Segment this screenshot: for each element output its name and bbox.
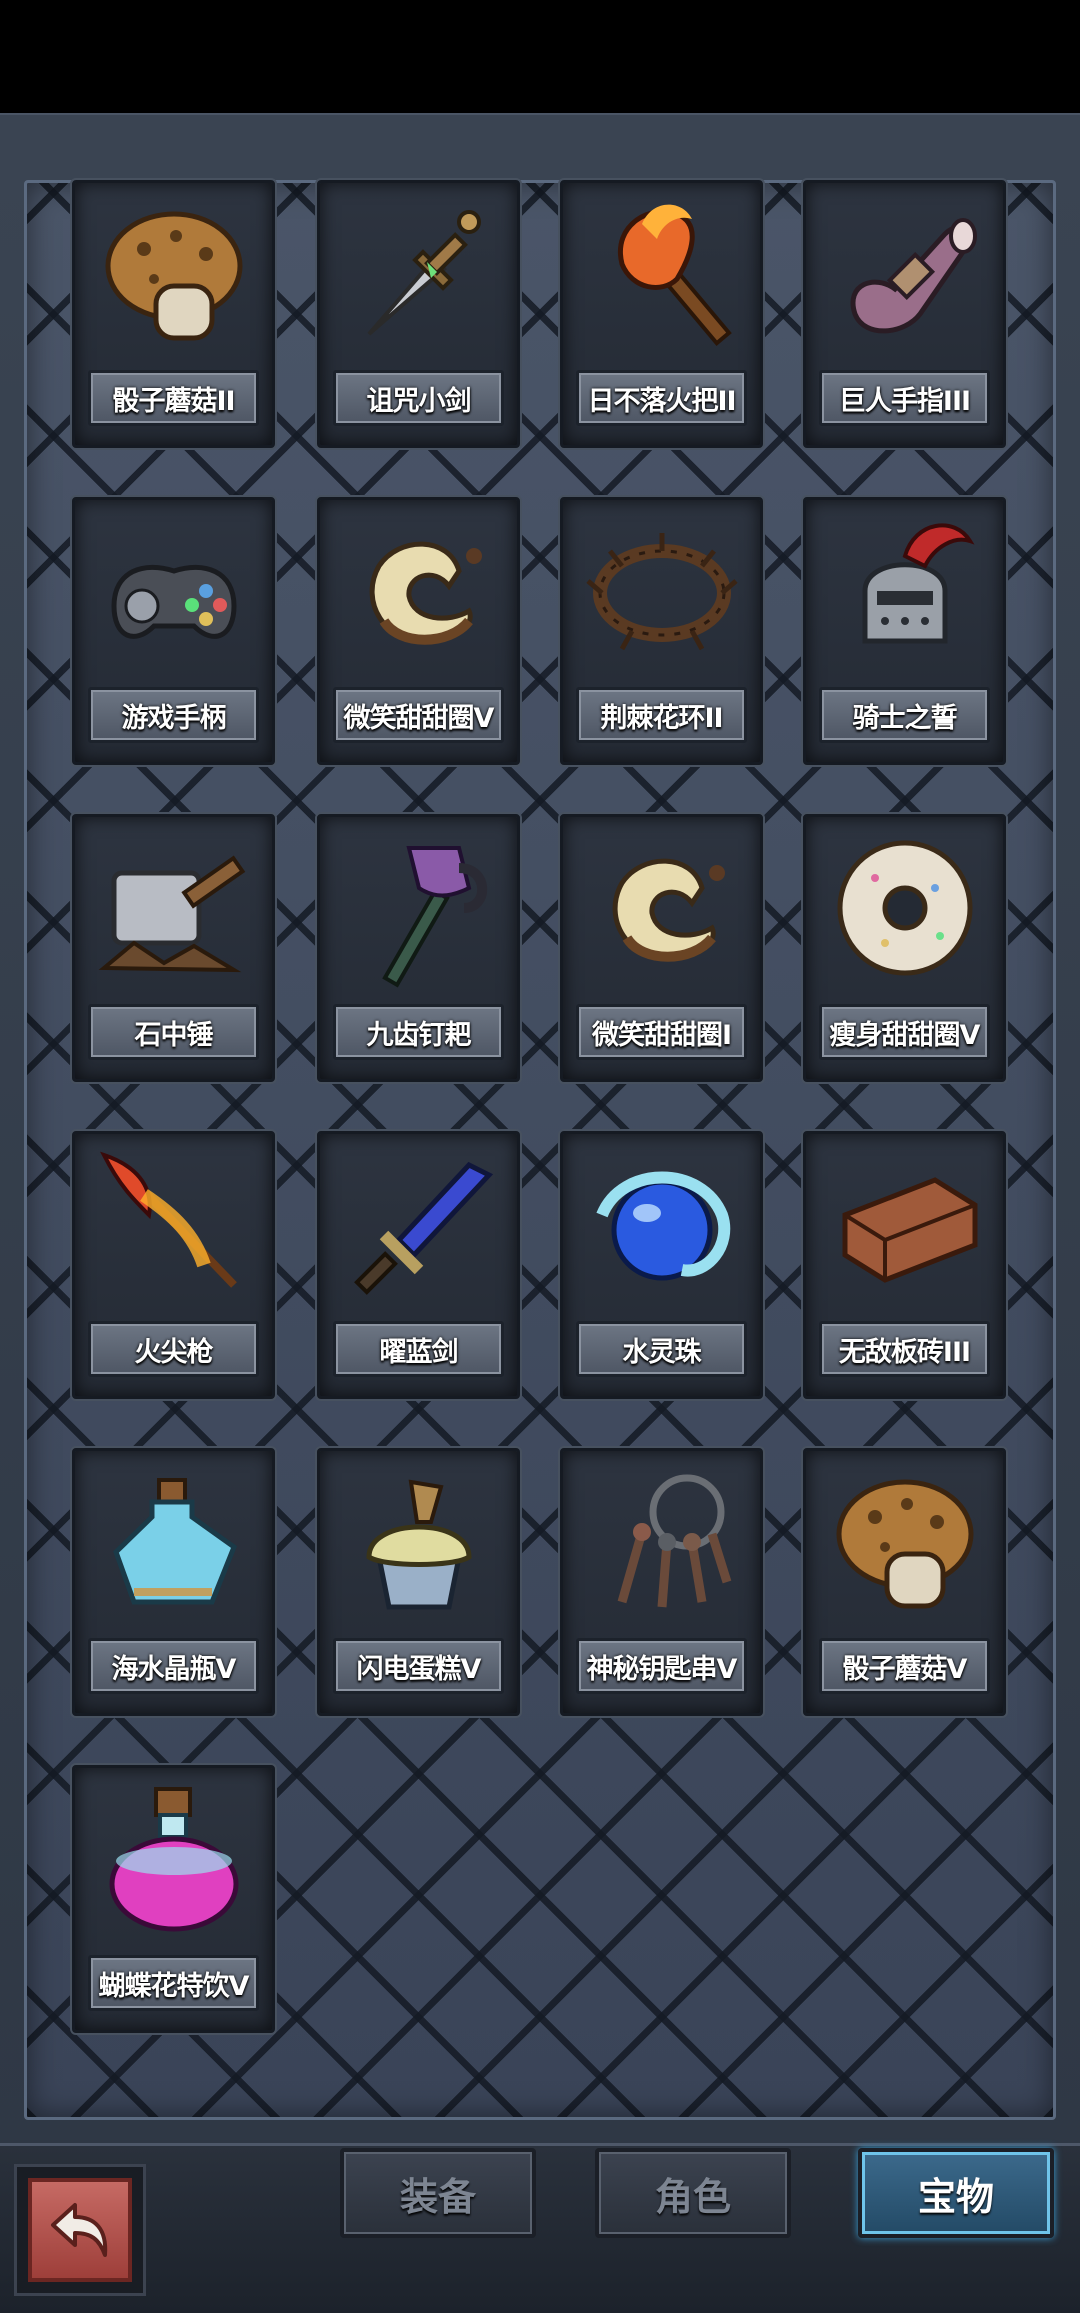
return-arrow-icon	[28, 2178, 132, 2282]
tab-treasure[interactable]: 宝物	[858, 2148, 1054, 2238]
treasure-card[interactable]: 微笑甜甜圈I	[560, 814, 763, 1082]
dice-mushroom-icon	[89, 189, 259, 359]
item-label-plate: 微笑甜甜圈I	[576, 1004, 747, 1060]
treasure-card[interactable]: 游戏手柄	[72, 497, 275, 765]
item-label-plate: 诅咒小剑	[333, 370, 504, 426]
item-label-plate: 曜蓝剑	[333, 1321, 504, 1377]
item-name: 巨人手指III	[838, 385, 971, 417]
item-name: 曜蓝剑	[379, 1336, 459, 1368]
item-label-plate: 游戏手柄	[88, 687, 259, 743]
fire-spear-icon	[89, 1140, 259, 1310]
item-name: 石中锤	[134, 1019, 214, 1051]
tab-label: 宝物	[917, 2174, 994, 2219]
item-name: 游戏手柄	[121, 702, 227, 734]
treasure-card[interactable]: 火尖枪	[72, 1131, 275, 1399]
item-name: 骰子蘑菇V	[842, 1653, 968, 1685]
treasure-card[interactable]: 瘦身甜甜圈V	[803, 814, 1006, 1082]
treasure-card[interactable]: 蝴蝶花特饮V	[72, 1765, 275, 2033]
treasure-card[interactable]: 无敌板砖III	[803, 1131, 1006, 1399]
tab-character[interactable]: 角色	[595, 2148, 791, 2238]
potion-icon	[89, 1774, 259, 1944]
item-label-plate: 海水晶瓶V	[88, 1638, 259, 1694]
lightning-cake-icon	[334, 1457, 504, 1627]
item-label-plate: 九齿钉耙	[333, 1004, 504, 1060]
slim-donut-icon	[820, 823, 990, 993]
item-label-plate: 骰子蘑菇V	[819, 1638, 990, 1694]
item-label-plate: 荆棘花环II	[576, 687, 747, 743]
knight-helmet-icon	[820, 506, 990, 676]
item-label-plate: 闪电蛋糕V	[333, 1638, 504, 1694]
item-label-plate: 骰子蘑菇II	[88, 370, 259, 426]
item-name: 闪电蛋糕V	[356, 1653, 482, 1685]
torch-icon	[577, 189, 747, 359]
item-label-plate: 瘦身甜甜圈V	[819, 1004, 990, 1060]
stone-hammer-icon	[89, 823, 259, 993]
treasure-card[interactable]: 神秘钥匙串V	[560, 1448, 763, 1716]
crystal-bottle-icon	[89, 1457, 259, 1627]
item-label-plate: 巨人手指III	[819, 370, 990, 426]
thorn-wreath-icon	[577, 506, 747, 676]
item-label-plate: 日不落火把II	[576, 370, 747, 426]
treasure-card[interactable]: 九齿钉耙	[317, 814, 520, 1082]
item-label-plate: 火尖枪	[88, 1321, 259, 1377]
item-name: 神秘钥匙串V	[586, 1653, 738, 1685]
status-bar	[0, 0, 1080, 113]
item-name: 海水晶瓶V	[111, 1653, 237, 1685]
item-label-plate: 神秘钥匙串V	[576, 1638, 747, 1694]
item-name: 日不落火把II	[587, 385, 736, 417]
item-label-plate: 水灵珠	[576, 1321, 747, 1377]
treasure-card[interactable]: 骑士之誓	[803, 497, 1006, 765]
tab-label: 角色	[654, 2174, 731, 2219]
item-name: 微笑甜甜圈V	[343, 702, 495, 734]
treasure-card[interactable]: 骰子蘑菇II	[72, 180, 275, 448]
treasure-card[interactable]: 水灵珠	[560, 1131, 763, 1399]
back-button[interactable]	[14, 2164, 146, 2296]
item-label-plate: 石中锤	[88, 1004, 259, 1060]
treasure-card[interactable]: 诅咒小剑	[317, 180, 520, 448]
smile-donut-icon	[334, 506, 504, 676]
item-name: 微笑甜甜圈I	[591, 1019, 732, 1051]
bottom-nav-bar: 装备 角色 宝物	[0, 2143, 1080, 2313]
item-name: 荆棘花环II	[600, 702, 723, 734]
treasure-card[interactable]: 石中锤	[72, 814, 275, 1082]
item-name: 水灵珠	[622, 1336, 702, 1368]
treasure-card[interactable]: 微笑甜甜圈V	[317, 497, 520, 765]
item-label-plate: 微笑甜甜圈V	[333, 687, 504, 743]
nine-tooth-rake-icon	[334, 823, 504, 993]
item-name: 骰子蘑菇II	[112, 385, 235, 417]
item-name: 无敌板砖III	[838, 1336, 971, 1368]
brick-icon	[820, 1140, 990, 1310]
item-label-plate: 蝴蝶花特饮V	[88, 1955, 259, 2011]
item-name: 九齿钉耙	[366, 1019, 472, 1051]
cursed-dagger-icon	[334, 189, 504, 359]
treasure-card[interactable]: 荆棘花环II	[560, 497, 763, 765]
item-name: 诅咒小剑	[366, 385, 472, 417]
treasure-card[interactable]: 曜蓝剑	[317, 1131, 520, 1399]
tab-label: 装备	[399, 2174, 476, 2219]
giant-finger-icon	[820, 189, 990, 359]
item-name: 瘦身甜甜圈V	[829, 1019, 981, 1051]
treasure-card[interactable]: 骰子蘑菇V	[803, 1448, 1006, 1716]
treasure-card[interactable]: 海水晶瓶V	[72, 1448, 275, 1716]
key-ring-icon	[577, 1457, 747, 1627]
item-label-plate: 骑士之誓	[819, 687, 990, 743]
blue-sword-icon	[334, 1140, 504, 1310]
treasure-card[interactable]: 巨人手指III	[803, 180, 1006, 448]
tab-equipment[interactable]: 装备	[340, 2148, 536, 2238]
smile-donut-icon	[577, 823, 747, 993]
item-name: 蝴蝶花特饮V	[98, 1970, 250, 2002]
item-name: 骑士之誓	[852, 702, 958, 734]
item-name: 火尖枪	[134, 1336, 214, 1368]
item-label-plate: 无敌板砖III	[819, 1321, 990, 1377]
dice-mushroom-icon	[820, 1457, 990, 1627]
water-orb-icon	[577, 1140, 747, 1310]
treasure-card[interactable]: 闪电蛋糕V	[317, 1448, 520, 1716]
treasure-card[interactable]: 日不落火把II	[560, 180, 763, 448]
gamepad-icon	[89, 506, 259, 676]
